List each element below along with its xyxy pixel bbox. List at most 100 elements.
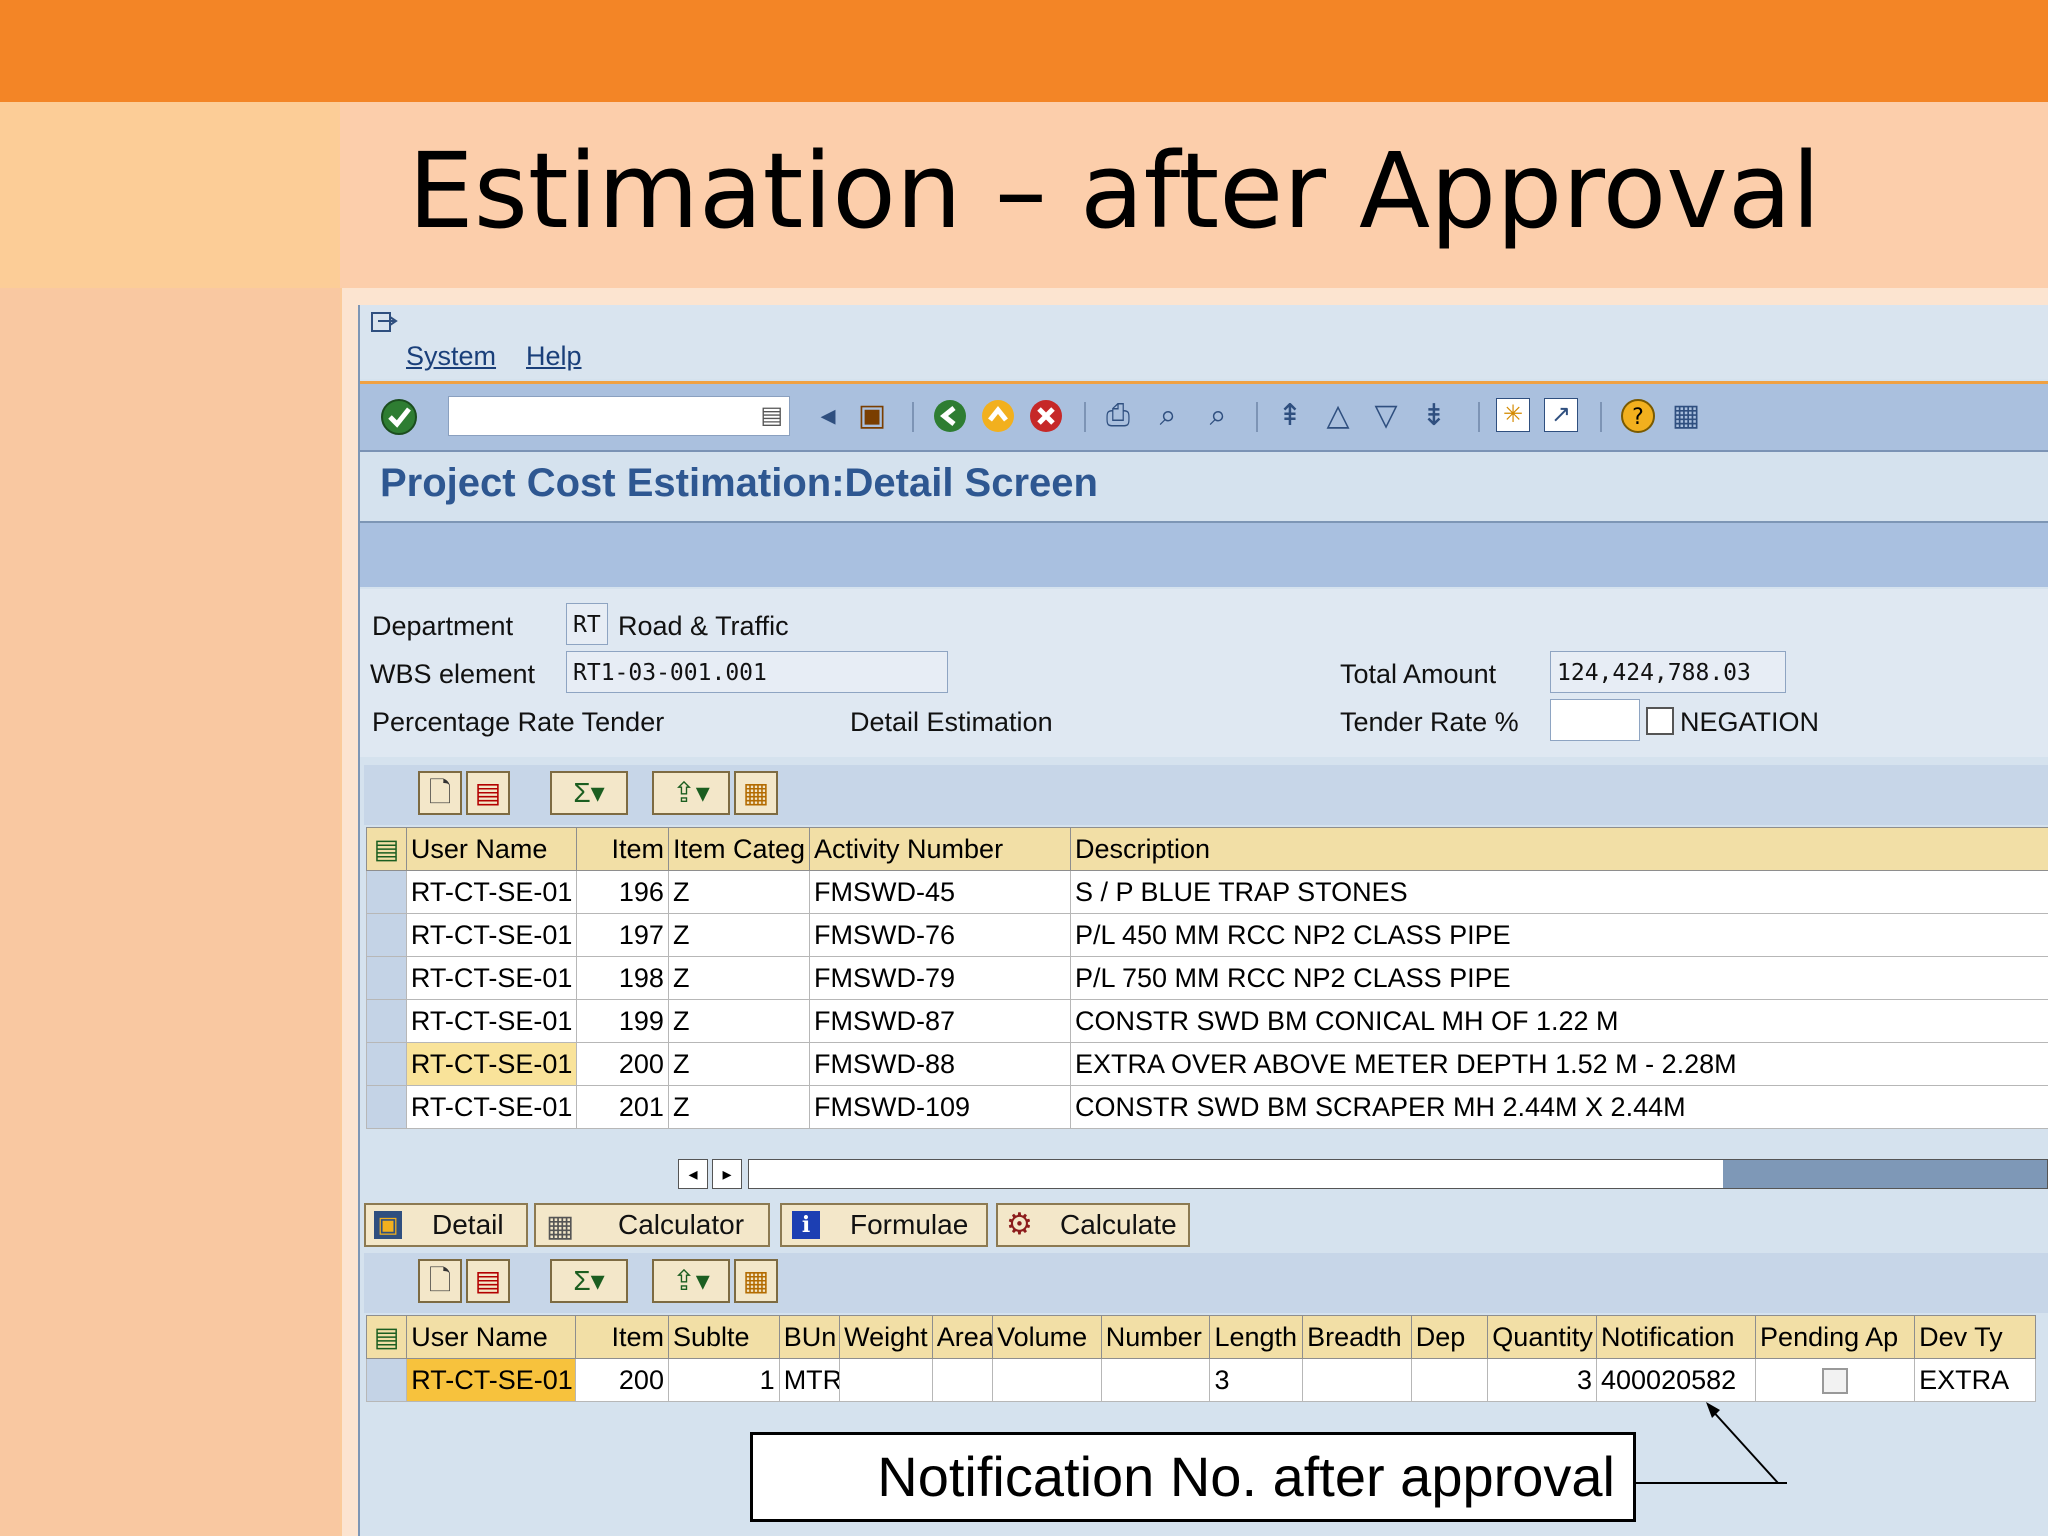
cell-dev-ty[interactable]: EXTRA: [1914, 1358, 2036, 1402]
cell-item[interactable]: 201: [576, 1085, 669, 1129]
row-selector[interactable]: [366, 1085, 407, 1129]
col-number[interactable]: Number: [1100, 1315, 1211, 1359]
cell-item[interactable]: 198: [576, 956, 669, 1000]
cell-activity-number[interactable]: FMSWD-109: [809, 1085, 1071, 1129]
cell-item[interactable]: 196: [576, 870, 669, 914]
col-weight[interactable]: Weight: [839, 1315, 933, 1359]
command-dropdown-icon[interactable]: ▤: [760, 401, 783, 430]
new-document-icon[interactable]: 🗋: [418, 771, 462, 815]
cell-user-name[interactable]: RT-CT-SE-01: [405, 1042, 578, 1086]
find-icon[interactable]: ⌕: [1150, 398, 1186, 434]
cell-user-name[interactable]: RT-CT-SE-01: [405, 999, 578, 1043]
row-selector[interactable]: [366, 999, 407, 1043]
row-selector[interactable]: [366, 913, 407, 957]
cell-item[interactable]: 199: [576, 999, 669, 1043]
layout-menu-icon[interactable]: ▦: [1668, 398, 1704, 434]
table-row[interactable]: RT-CT-SE-01 196 Z FMSWD-45 S / P BLUE TR…: [366, 870, 2048, 914]
col-quantity[interactable]: Quantity: [1487, 1315, 1597, 1359]
cell-quantity[interactable]: 3: [1487, 1358, 1597, 1402]
command-field[interactable]: ▤: [448, 396, 790, 436]
table-row[interactable]: RT-CT-SE-01 197 Z FMSWD-76 P/L 450 MM RC…: [366, 913, 2048, 957]
delete-row-icon[interactable]: ▤: [466, 1259, 510, 1303]
print-icon[interactable]: ⎙: [1100, 398, 1136, 434]
sum-icon[interactable]: Σ▾: [550, 771, 628, 815]
next-page-icon[interactable]: ▽: [1368, 398, 1404, 434]
enter-check-icon[interactable]: [380, 398, 418, 436]
cell-user-name[interactable]: RT-CT-SE-01: [405, 956, 578, 1000]
row-selector[interactable]: [366, 870, 407, 914]
cell-item-categ[interactable]: Z: [667, 1042, 811, 1086]
last-page-icon[interactable]: ⇟: [1416, 398, 1452, 434]
cell-weight[interactable]: [839, 1358, 933, 1402]
detail-button[interactable]: ▣ Detail: [364, 1203, 528, 1247]
cell-area[interactable]: [931, 1358, 994, 1402]
select-all-icon[interactable]: ▤: [365, 1315, 408, 1359]
col-dep[interactable]: Dep: [1410, 1315, 1489, 1359]
cell-activity-number[interactable]: FMSWD-45: [809, 870, 1071, 914]
table-row[interactable]: RT-CT-SE-01 200 Z FMSWD-88 EXTRA OVER AB…: [366, 1042, 2048, 1086]
cell-activity-number[interactable]: FMSWD-87: [809, 999, 1071, 1043]
cell-item-categ[interactable]: Z: [667, 1085, 811, 1129]
cell-item[interactable]: 200: [576, 1042, 669, 1086]
cell-length[interactable]: 3: [1209, 1358, 1304, 1402]
col-volume[interactable]: Volume: [992, 1315, 1102, 1359]
table-row[interactable]: RT-CT-SE-01 201 Z FMSWD-109 CONSTR SWD B…: [366, 1085, 2048, 1129]
col-dev-ty[interactable]: Dev Ty: [1914, 1315, 2036, 1359]
cell-item-categ[interactable]: Z: [667, 999, 811, 1043]
col-description[interactable]: Description: [1069, 827, 2048, 871]
col-pending-ap[interactable]: Pending Ap: [1755, 1315, 1916, 1359]
tender-rate-field[interactable]: [1550, 699, 1640, 741]
formulae-button[interactable]: i Formulae: [780, 1203, 988, 1247]
menu-icon[interactable]: [370, 311, 400, 337]
scroll-left-icon[interactable]: ◂: [678, 1159, 708, 1189]
cell-description[interactable]: CONSTR SWD BM CONICAL MH OF 1.22 M: [1069, 999, 2048, 1043]
cell-sublte[interactable]: 1: [667, 1358, 780, 1402]
col-breadth[interactable]: Breadth: [1302, 1315, 1412, 1359]
new-document-icon[interactable]: 🗋: [418, 1259, 462, 1303]
select-all-icon[interactable]: ▤: [366, 827, 407, 871]
save-icon[interactable]: ▣: [854, 398, 890, 434]
scroll-track[interactable]: [748, 1159, 2048, 1189]
table-row[interactable]: RT-CT-SE-01 198 Z FMSWD-79 P/L 750 MM RC…: [366, 956, 2048, 1000]
col-bun[interactable]: BUn: [778, 1315, 841, 1359]
back-arrow-icon[interactable]: ◂: [810, 398, 846, 434]
col-user-name[interactable]: User Name: [405, 827, 578, 871]
cell-activity-number[interactable]: FMSWD-76: [809, 913, 1071, 957]
back-icon[interactable]: [932, 398, 968, 434]
col-length[interactable]: Length: [1209, 1315, 1304, 1359]
calculator-button[interactable]: ▦ Calculator: [534, 1203, 770, 1247]
shortcut-icon[interactable]: ↗: [1544, 398, 1578, 432]
cell-item-categ[interactable]: Z: [667, 870, 811, 914]
cell-user-name[interactable]: RT-CT-SE-01: [405, 913, 578, 957]
col-item-categ[interactable]: Item Categ: [667, 827, 811, 871]
cell-volume[interactable]: [992, 1358, 1102, 1402]
cell-activity-number[interactable]: FMSWD-88: [809, 1042, 1071, 1086]
col-user-name[interactable]: User Name: [406, 1315, 577, 1359]
cell-breadth[interactable]: [1302, 1358, 1412, 1402]
horizontal-scrollbar[interactable]: ◂ ▸: [678, 1157, 2048, 1191]
scroll-right-icon[interactable]: ▸: [712, 1159, 742, 1189]
export-icon[interactable]: ⇪▾: [652, 771, 730, 815]
cell-item-categ[interactable]: Z: [667, 956, 811, 1000]
export-icon[interactable]: ⇪▾: [652, 1259, 730, 1303]
cell-dep[interactable]: [1410, 1358, 1489, 1402]
negation-checkbox[interactable]: [1646, 707, 1674, 735]
cell-activity-number[interactable]: FMSWD-79: [809, 956, 1071, 1000]
calculate-button[interactable]: ⚙ Calculate: [996, 1203, 1190, 1247]
help-icon[interactable]: ?: [1620, 398, 1656, 434]
row-selector[interactable]: [366, 956, 407, 1000]
cell-user-name[interactable]: RT-CT-SE-01: [405, 870, 578, 914]
previous-page-icon[interactable]: △: [1320, 398, 1356, 434]
sum-icon[interactable]: Σ▾: [550, 1259, 628, 1303]
col-item[interactable]: Item: [575, 1315, 669, 1359]
wbs-field[interactable]: RT1-03-001.001: [566, 651, 948, 693]
menu-system[interactable]: System: [406, 341, 496, 372]
cell-item-categ[interactable]: Z: [667, 913, 811, 957]
find-next-icon[interactable]: ⌕: [1200, 398, 1236, 434]
new-session-icon[interactable]: ✳: [1496, 398, 1530, 432]
department-code-field[interactable]: RT: [566, 603, 608, 645]
cell-number[interactable]: [1100, 1358, 1211, 1402]
col-item[interactable]: Item: [576, 827, 669, 871]
pending-approval-checkbox[interactable]: [1822, 1368, 1849, 1395]
col-notification[interactable]: Notification: [1595, 1315, 1757, 1359]
